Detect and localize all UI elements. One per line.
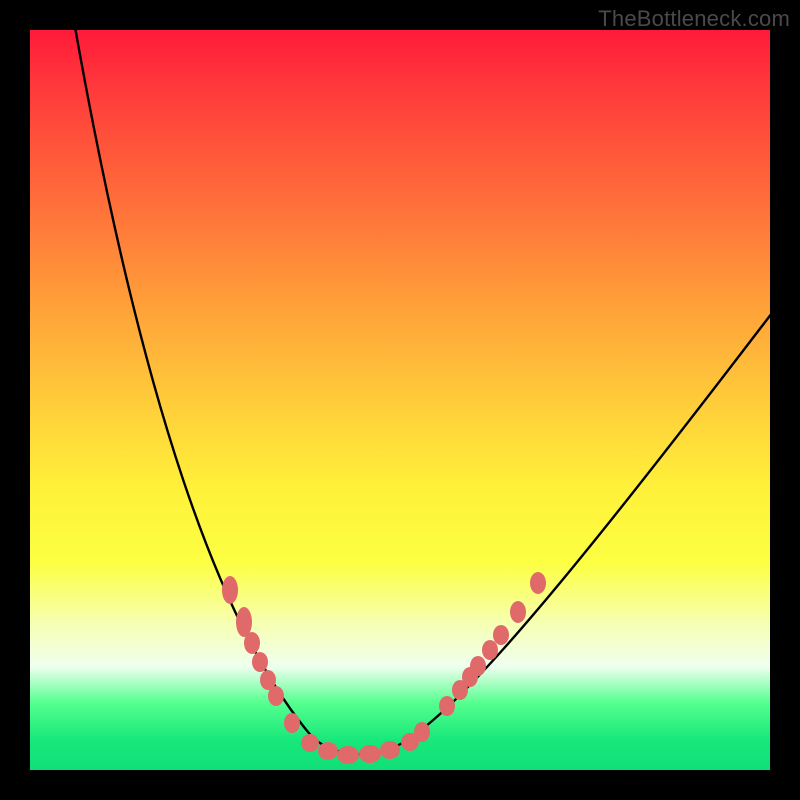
data-marker: [380, 741, 400, 759]
bottleneck-curve: [72, 30, 770, 754]
data-marker: [337, 746, 359, 764]
data-marker: [470, 656, 486, 676]
data-marker: [439, 696, 455, 716]
chart-frame: [30, 30, 770, 770]
data-marker: [510, 601, 526, 623]
data-marker: [359, 745, 381, 763]
data-marker: [236, 607, 252, 637]
data-marker: [301, 734, 319, 752]
data-marker: [284, 713, 300, 733]
data-marker: [244, 632, 260, 654]
watermark-text: TheBottleneck.com: [598, 6, 790, 32]
bottleneck-chart: [30, 30, 770, 770]
data-marker: [414, 722, 430, 742]
data-marker: [252, 652, 268, 672]
data-marker: [482, 640, 498, 660]
data-marker: [222, 576, 238, 604]
data-marker: [268, 686, 284, 706]
data-marker: [493, 625, 509, 645]
data-marker: [530, 572, 546, 594]
marker-layer: [222, 572, 546, 764]
data-marker: [318, 742, 338, 760]
